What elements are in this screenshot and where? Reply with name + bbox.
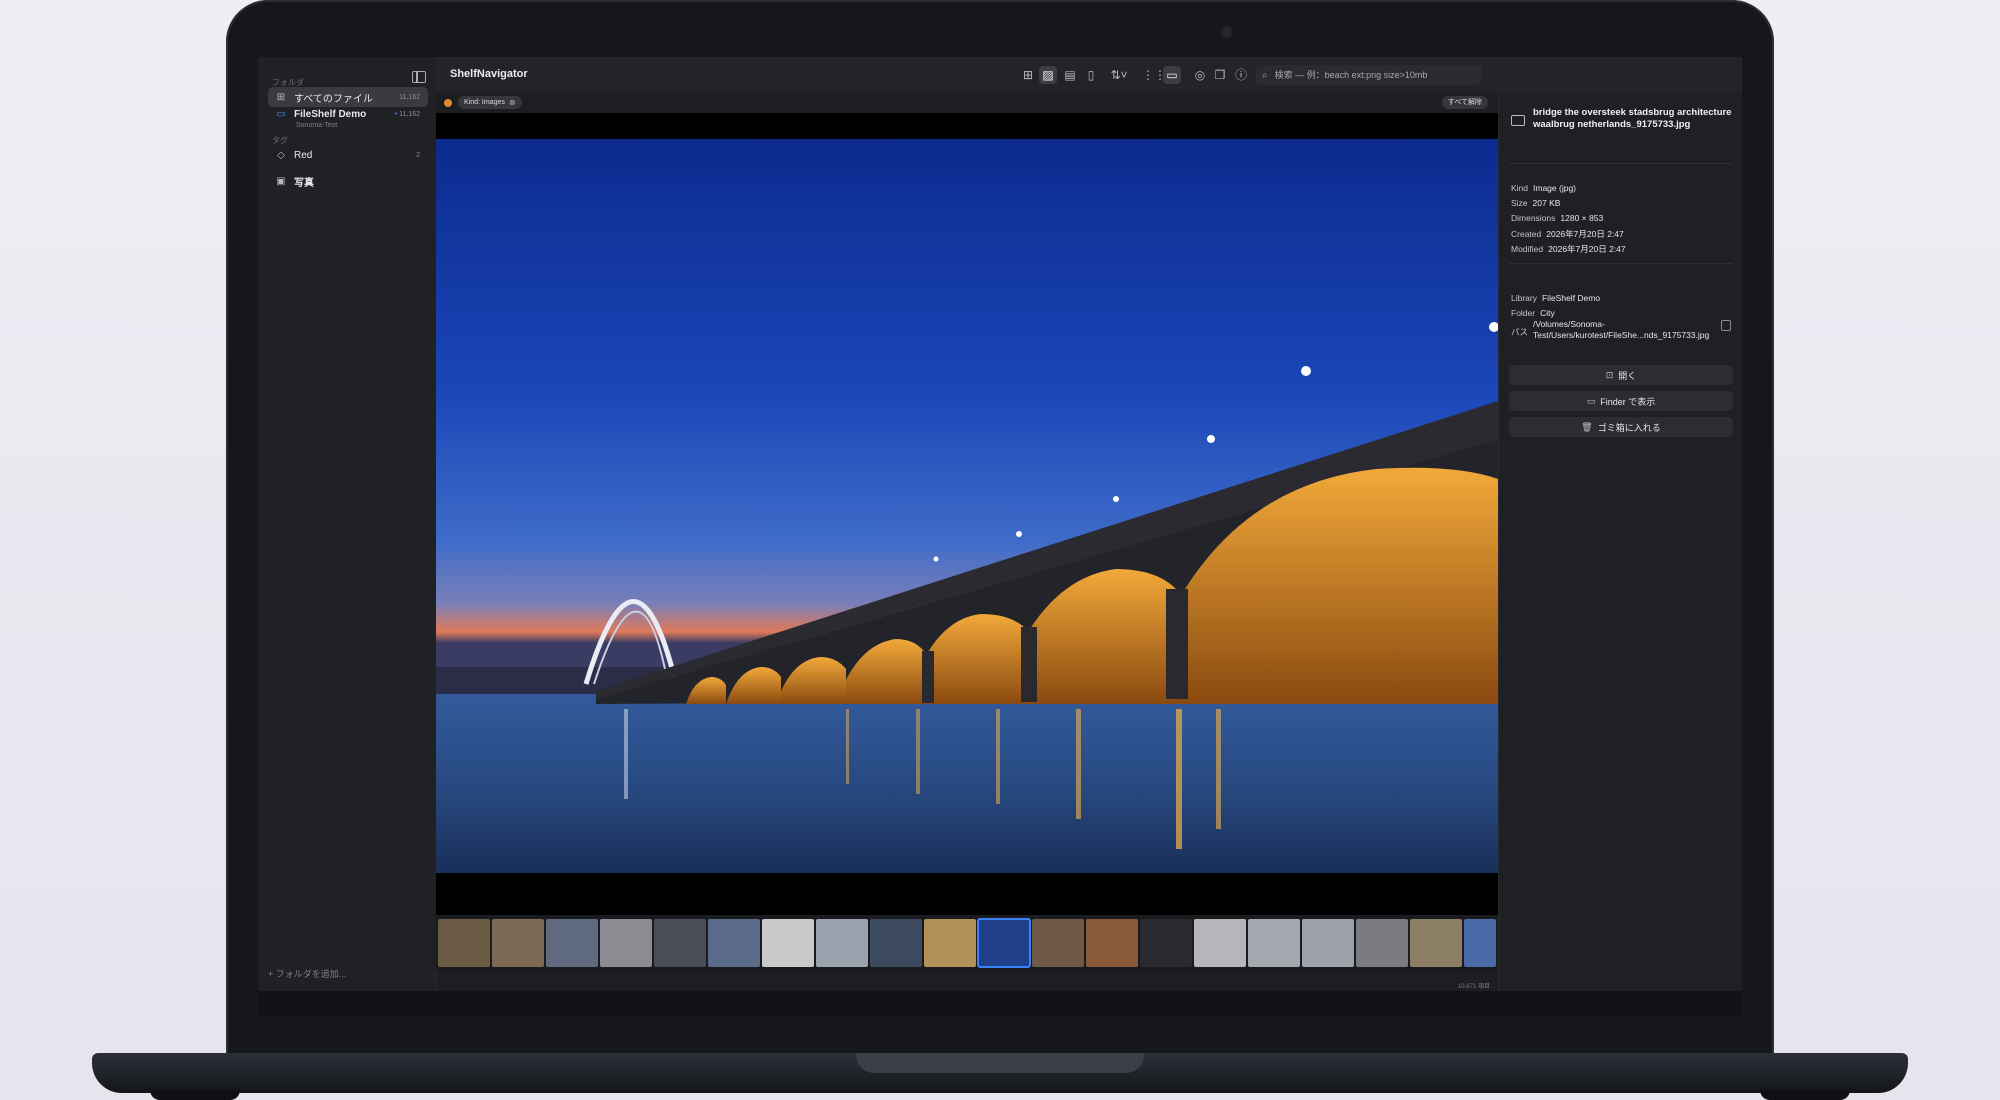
sidebar-item-subtitle: Sonoma-Test xyxy=(296,122,338,129)
meta-dimensions: Dimensions 1280 × 853 xyxy=(1511,213,1604,223)
add-folder-button[interactable]: + フォルダを追加... xyxy=(268,967,346,980)
close-icon[interactable]: ⊗ xyxy=(509,98,516,107)
tag-icon: ◇ xyxy=(277,149,285,161)
duplicate-icon[interactable]: ❐ xyxy=(1211,66,1229,84)
image-view-icon[interactable]: ▨ xyxy=(1039,66,1057,84)
clear-all-filters-button[interactable]: すべて解除 xyxy=(1441,96,1488,109)
open-icon: ⊡ xyxy=(1605,369,1614,380)
search-input[interactable] xyxy=(1272,69,1467,81)
sidebar-item-fileshelf-demo[interactable]: ▭ FileShelf Demo • 11,162 xyxy=(268,105,428,123)
filter-active-dot xyxy=(444,99,452,107)
preview-pane-icon[interactable]: ▭ xyxy=(1163,66,1181,84)
divider xyxy=(1509,163,1733,164)
sidebar-item-label: すべてのファイル xyxy=(294,93,373,105)
item-count: • 11,162 xyxy=(394,110,420,118)
info-icon[interactable]: ⓘ xyxy=(1232,66,1250,84)
meta-modified: Modified 2026年7月20日 2:47 xyxy=(1511,244,1626,254)
thumbnail[interactable] xyxy=(1464,919,1496,967)
grid-icon: ⊞ xyxy=(276,91,286,103)
document-view-icon[interactable]: ▯ xyxy=(1082,66,1100,84)
sort-icon[interactable]: ⇅˅ xyxy=(1106,66,1132,84)
thumbnail[interactable] xyxy=(1140,919,1192,967)
divider xyxy=(1509,263,1733,264)
thumbnail[interactable] xyxy=(1302,919,1354,967)
app-title: ShelfNavigator xyxy=(450,68,528,80)
camera xyxy=(1222,27,1232,37)
file-name: bridge the oversteek stadsbrug architect… xyxy=(1533,107,1732,130)
filter-icon[interactable]: ◎ xyxy=(1191,66,1209,84)
sidebar-item-photos[interactable]: ▣ 写真 xyxy=(268,171,428,191)
thumbnail[interactable] xyxy=(600,919,652,967)
thumbnail[interactable] xyxy=(654,919,706,967)
thumbnail-grid-icon[interactable]: ⋮⋮⋮ xyxy=(1142,66,1178,84)
copy-icon[interactable] xyxy=(1721,320,1731,331)
inspector-panel: bridge the oversteek stadsbrug architect… xyxy=(1498,93,1742,991)
app-window: フォルダ ⊞ すべてのファイル 11,162 ▭ FileShelf Demo … xyxy=(258,57,1742,991)
thumbnail[interactable] xyxy=(816,919,868,967)
filter-chip-kind[interactable]: Kind: Images ⊗ xyxy=(458,96,522,109)
meta-path-value: /Volumes/Sonoma-Test/Users/kurotest/File… xyxy=(1533,319,1710,340)
thumbnail[interactable] xyxy=(546,919,598,967)
thumbnail[interactable] xyxy=(708,919,760,967)
sidebar-toggle-icon[interactable] xyxy=(412,71,426,83)
meta-folder: Folder City xyxy=(1511,308,1555,318)
film-view-icon[interactable]: ▤ xyxy=(1061,66,1079,84)
thumbnail[interactable] xyxy=(924,919,976,967)
toolbar: ShelfNavigator ⊞ ▨ ▤ ▯ ⇅˅ ⋮⋮⋮ ▭ ◎ ❐ ⓘ ⌕ xyxy=(436,57,1742,94)
sidebar-item-all-files[interactable]: ⊞ すべてのファイル 11,162 xyxy=(268,87,428,107)
meta-kind: Kind Image (jpg) xyxy=(1511,183,1577,193)
show-in-finder-button[interactable]: ▭ Finder で表示 xyxy=(1509,391,1733,411)
meta-size: Size 207 KB xyxy=(1511,198,1561,208)
filter-bar: Kind: Images ⊗ すべて解除 xyxy=(436,93,1498,113)
item-count-label: 10,871 項目 xyxy=(1457,984,1490,990)
item-count: 11,162 xyxy=(399,93,420,101)
search-field[interactable]: ⌕ xyxy=(1256,65,1482,85)
thumbnail[interactable] xyxy=(1032,919,1084,967)
filmstrip[interactable] xyxy=(436,915,1498,971)
thumbnail[interactable] xyxy=(1194,919,1246,967)
open-button[interactable]: ⊡ 開く xyxy=(1509,365,1733,385)
thumbnail-selected[interactable] xyxy=(977,918,1031,968)
sidebar-item-tag-red[interactable]: ◇ Red 2 xyxy=(268,145,428,165)
image-file-icon xyxy=(1511,115,1525,126)
screen-bezel-bottom xyxy=(258,991,1742,1017)
filter-chip-label: Kind: Images xyxy=(464,99,505,106)
folder-icon: ▭ xyxy=(1586,395,1596,406)
photos-icon: ▣ xyxy=(276,175,286,187)
thumbnail[interactable] xyxy=(1248,919,1300,967)
sidebar-item-label: FileShelf Demo xyxy=(294,108,367,120)
item-count: 2 xyxy=(416,151,420,159)
meta-created: Created 2026年7月20日 2:47 xyxy=(1511,229,1624,239)
meta-path-label: パス xyxy=(1511,327,1529,337)
thumbnail[interactable] xyxy=(438,919,490,967)
thumbnail[interactable] xyxy=(492,919,544,967)
preview-photo xyxy=(436,139,1498,873)
meta-library: Library FileShelf Demo xyxy=(1511,293,1601,303)
sidebar-item-label: 写真 xyxy=(294,177,314,189)
laptop-foot xyxy=(1760,1090,1850,1100)
thumbnail[interactable] xyxy=(1410,919,1462,967)
trash-icon: 🗑 xyxy=(1581,421,1593,432)
laptop-notch xyxy=(856,1053,1144,1073)
thumbnail[interactable] xyxy=(870,919,922,967)
image-preview[interactable] xyxy=(436,113,1498,927)
sidebar-item-label: Red xyxy=(294,149,313,161)
search-icon: ⌕ xyxy=(1262,69,1268,81)
thumbnail[interactable] xyxy=(762,919,814,967)
sidebar: フォルダ ⊞ すべてのファイル 11,162 ▭ FileShelf Demo … xyxy=(258,57,437,991)
thumbnail[interactable] xyxy=(1356,919,1408,967)
thumbnail[interactable] xyxy=(1086,919,1138,967)
drive-icon: ▭ xyxy=(276,108,286,120)
grid-view-icon[interactable]: ⊞ xyxy=(1019,66,1037,84)
laptop-foot xyxy=(150,1090,240,1100)
move-to-trash-button[interactable]: 🗑 ゴミ箱に入れる xyxy=(1509,417,1733,437)
